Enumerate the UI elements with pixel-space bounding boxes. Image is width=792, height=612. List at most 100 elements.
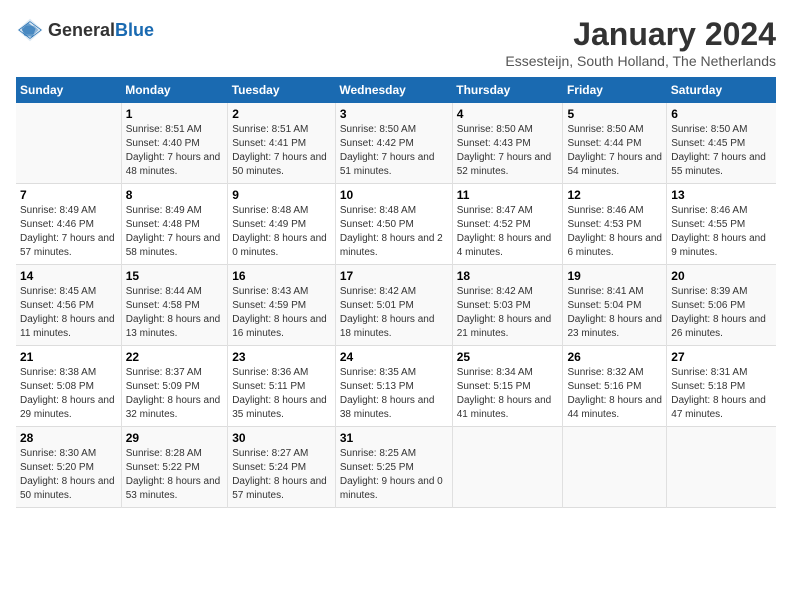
col-thursday: Thursday bbox=[452, 77, 563, 103]
calendar-cell: 3 Sunrise: 8:50 AMSunset: 4:42 PMDaylight… bbox=[335, 103, 452, 184]
day-number: 29 bbox=[126, 431, 223, 445]
logo-icon bbox=[16, 16, 44, 44]
day-number: 23 bbox=[232, 350, 331, 364]
calendar-cell bbox=[452, 427, 563, 508]
day-number: 10 bbox=[340, 188, 448, 202]
day-number: 3 bbox=[340, 107, 448, 121]
cell-info: Sunrise: 8:44 AMSunset: 4:58 PMDaylight:… bbox=[126, 285, 223, 341]
day-number: 5 bbox=[567, 107, 662, 121]
day-number: 12 bbox=[567, 188, 662, 202]
cell-info: Sunrise: 8:28 AMSunset: 5:22 PMDaylight:… bbox=[126, 447, 223, 503]
calendar-cell: 22 Sunrise: 8:37 AMSunset: 5:09 PMDayligh… bbox=[121, 346, 227, 427]
cell-info: Sunrise: 8:46 AMSunset: 4:53 PMDaylight:… bbox=[567, 204, 662, 260]
header-row: Sunday Monday Tuesday Wednesday Thursday… bbox=[16, 77, 776, 103]
day-number: 25 bbox=[457, 350, 559, 364]
logo-general: General bbox=[48, 20, 115, 41]
cell-info: Sunrise: 8:27 AMSunset: 5:24 PMDaylight:… bbox=[232, 447, 331, 503]
cell-info: Sunrise: 8:49 AMSunset: 4:46 PMDaylight:… bbox=[20, 204, 117, 260]
day-number: 21 bbox=[20, 350, 117, 364]
cell-info: Sunrise: 8:34 AMSunset: 5:15 PMDaylight:… bbox=[457, 366, 559, 422]
day-number: 24 bbox=[340, 350, 448, 364]
day-number: 30 bbox=[232, 431, 331, 445]
calendar-cell: 16Sunrise: 8:43 AMSunset: 4:59 PMDayligh… bbox=[228, 265, 336, 346]
calendar-week-5: 28Sunrise: 8:30 AMSunset: 5:20 PMDayligh… bbox=[16, 427, 776, 508]
calendar-cell bbox=[563, 427, 667, 508]
cell-info: Sunrise: 8:30 AMSunset: 5:20 PMDaylight:… bbox=[20, 447, 117, 503]
calendar-cell: 21Sunrise: 8:38 AMSunset: 5:08 PMDayligh… bbox=[16, 346, 121, 427]
calendar-cell bbox=[16, 103, 121, 184]
cell-info: Sunrise: 8:35 AMSunset: 5:13 PMDaylight:… bbox=[340, 366, 448, 422]
logo: General Blue bbox=[16, 16, 154, 44]
calendar-cell: 13Sunrise: 8:46 AMSunset: 4:55 PMDayligh… bbox=[667, 184, 776, 265]
cell-info: Sunrise: 8:31 AMSunset: 5:18 PMDaylight:… bbox=[671, 366, 772, 422]
col-monday: Monday bbox=[121, 77, 227, 103]
calendar-cell: 28Sunrise: 8:30 AMSunset: 5:20 PMDayligh… bbox=[16, 427, 121, 508]
col-sunday: Sunday bbox=[16, 77, 121, 103]
day-number: 11 bbox=[457, 188, 559, 202]
calendar-cell: 9 Sunrise: 8:48 AMSunset: 4:49 PMDaylight… bbox=[228, 184, 336, 265]
logo-blue: Blue bbox=[115, 20, 154, 41]
cell-info: Sunrise: 8:25 AMSunset: 5:25 PMDaylight:… bbox=[340, 447, 448, 503]
cell-info: Sunrise: 8:37 AMSunset: 5:09 PMDaylight:… bbox=[126, 366, 223, 422]
logo-text: General Blue bbox=[48, 20, 154, 41]
calendar-cell: 5 Sunrise: 8:50 AMSunset: 4:44 PMDaylight… bbox=[563, 103, 667, 184]
calendar-cell: 6Sunrise: 8:50 AMSunset: 4:45 PMDaylight… bbox=[667, 103, 776, 184]
calendar-week-4: 21Sunrise: 8:38 AMSunset: 5:08 PMDayligh… bbox=[16, 346, 776, 427]
calendar-cell: 29 Sunrise: 8:28 AMSunset: 5:22 PMDayligh… bbox=[121, 427, 227, 508]
cell-info: Sunrise: 8:42 AMSunset: 5:01 PMDaylight:… bbox=[340, 285, 448, 341]
title-area: January 2024 Essesteijn, South Holland, … bbox=[505, 16, 776, 69]
calendar-table: Sunday Monday Tuesday Wednesday Thursday… bbox=[16, 77, 776, 508]
cell-info: Sunrise: 8:50 AMSunset: 4:42 PMDaylight:… bbox=[340, 123, 448, 179]
col-saturday: Saturday bbox=[667, 77, 776, 103]
calendar-cell: 11 Sunrise: 8:47 AMSunset: 4:52 PMDayligh… bbox=[452, 184, 563, 265]
calendar-cell: 18Sunrise: 8:42 AMSunset: 5:03 PMDayligh… bbox=[452, 265, 563, 346]
calendar-cell: 12 Sunrise: 8:46 AMSunset: 4:53 PMDayligh… bbox=[563, 184, 667, 265]
day-number: 4 bbox=[457, 107, 559, 121]
col-friday: Friday bbox=[563, 77, 667, 103]
day-number: 9 bbox=[232, 188, 331, 202]
cell-info: Sunrise: 8:51 AMSunset: 4:40 PMDaylight:… bbox=[126, 123, 223, 179]
calendar-cell: 14 Sunrise: 8:45 AMSunset: 4:56 PMDayligh… bbox=[16, 265, 121, 346]
day-number: 6 bbox=[671, 107, 772, 121]
day-number: 14 bbox=[20, 269, 117, 283]
calendar-cell: 17 Sunrise: 8:42 AMSunset: 5:01 PMDayligh… bbox=[335, 265, 452, 346]
day-number: 26 bbox=[567, 350, 662, 364]
day-number: 7 bbox=[20, 188, 117, 202]
day-number: 17 bbox=[340, 269, 448, 283]
cell-info: Sunrise: 8:43 AMSunset: 4:59 PMDaylight:… bbox=[232, 285, 331, 341]
page-header: General Blue January 2024 Essesteijn, So… bbox=[16, 16, 776, 69]
cell-info: Sunrise: 8:50 AMSunset: 4:44 PMDaylight:… bbox=[567, 123, 662, 179]
cell-info: Sunrise: 8:32 AMSunset: 5:16 PMDaylight:… bbox=[567, 366, 662, 422]
cell-info: Sunrise: 8:51 AMSunset: 4:41 PMDaylight:… bbox=[232, 123, 331, 179]
day-number: 20 bbox=[671, 269, 772, 283]
main-title: January 2024 bbox=[505, 16, 776, 53]
day-number: 2 bbox=[232, 107, 331, 121]
col-wednesday: Wednesday bbox=[335, 77, 452, 103]
calendar-cell: 7 Sunrise: 8:49 AMSunset: 4:46 PMDaylight… bbox=[16, 184, 121, 265]
col-tuesday: Tuesday bbox=[228, 77, 336, 103]
day-number: 22 bbox=[126, 350, 223, 364]
day-number: 18 bbox=[457, 269, 559, 283]
cell-info: Sunrise: 8:49 AMSunset: 4:48 PMDaylight:… bbox=[126, 204, 223, 260]
calendar-cell: 8Sunrise: 8:49 AMSunset: 4:48 PMDaylight… bbox=[121, 184, 227, 265]
day-number: 15 bbox=[126, 269, 223, 283]
calendar-cell: 10 Sunrise: 8:48 AMSunset: 4:50 PMDayligh… bbox=[335, 184, 452, 265]
cell-info: Sunrise: 8:39 AMSunset: 5:06 PMDaylight:… bbox=[671, 285, 772, 341]
calendar-cell: 27 Sunrise: 8:31 AMSunset: 5:18 PMDayligh… bbox=[667, 346, 776, 427]
cell-info: Sunrise: 8:47 AMSunset: 4:52 PMDaylight:… bbox=[457, 204, 559, 260]
cell-info: Sunrise: 8:48 AMSunset: 4:50 PMDaylight:… bbox=[340, 204, 448, 260]
calendar-cell: 24 Sunrise: 8:35 AMSunset: 5:13 PMDayligh… bbox=[335, 346, 452, 427]
calendar-cell: 4 Sunrise: 8:50 AMSunset: 4:43 PMDaylight… bbox=[452, 103, 563, 184]
calendar-header: Sunday Monday Tuesday Wednesday Thursday… bbox=[16, 77, 776, 103]
cell-info: Sunrise: 8:50 AMSunset: 4:43 PMDaylight:… bbox=[457, 123, 559, 179]
subtitle: Essesteijn, South Holland, The Netherlan… bbox=[505, 53, 776, 69]
calendar-cell: 31Sunrise: 8:25 AMSunset: 5:25 PMDayligh… bbox=[335, 427, 452, 508]
calendar-body: 1Sunrise: 8:51 AMSunset: 4:40 PMDaylight… bbox=[16, 103, 776, 508]
day-number: 27 bbox=[671, 350, 772, 364]
cell-info: Sunrise: 8:48 AMSunset: 4:49 PMDaylight:… bbox=[232, 204, 331, 260]
calendar-cell: 2 Sunrise: 8:51 AMSunset: 4:41 PMDaylight… bbox=[228, 103, 336, 184]
cell-info: Sunrise: 8:45 AMSunset: 4:56 PMDaylight:… bbox=[20, 285, 117, 341]
calendar-cell bbox=[667, 427, 776, 508]
cell-info: Sunrise: 8:41 AMSunset: 5:04 PMDaylight:… bbox=[567, 285, 662, 341]
calendar-cell: 20 Sunrise: 8:39 AMSunset: 5:06 PMDayligh… bbox=[667, 265, 776, 346]
